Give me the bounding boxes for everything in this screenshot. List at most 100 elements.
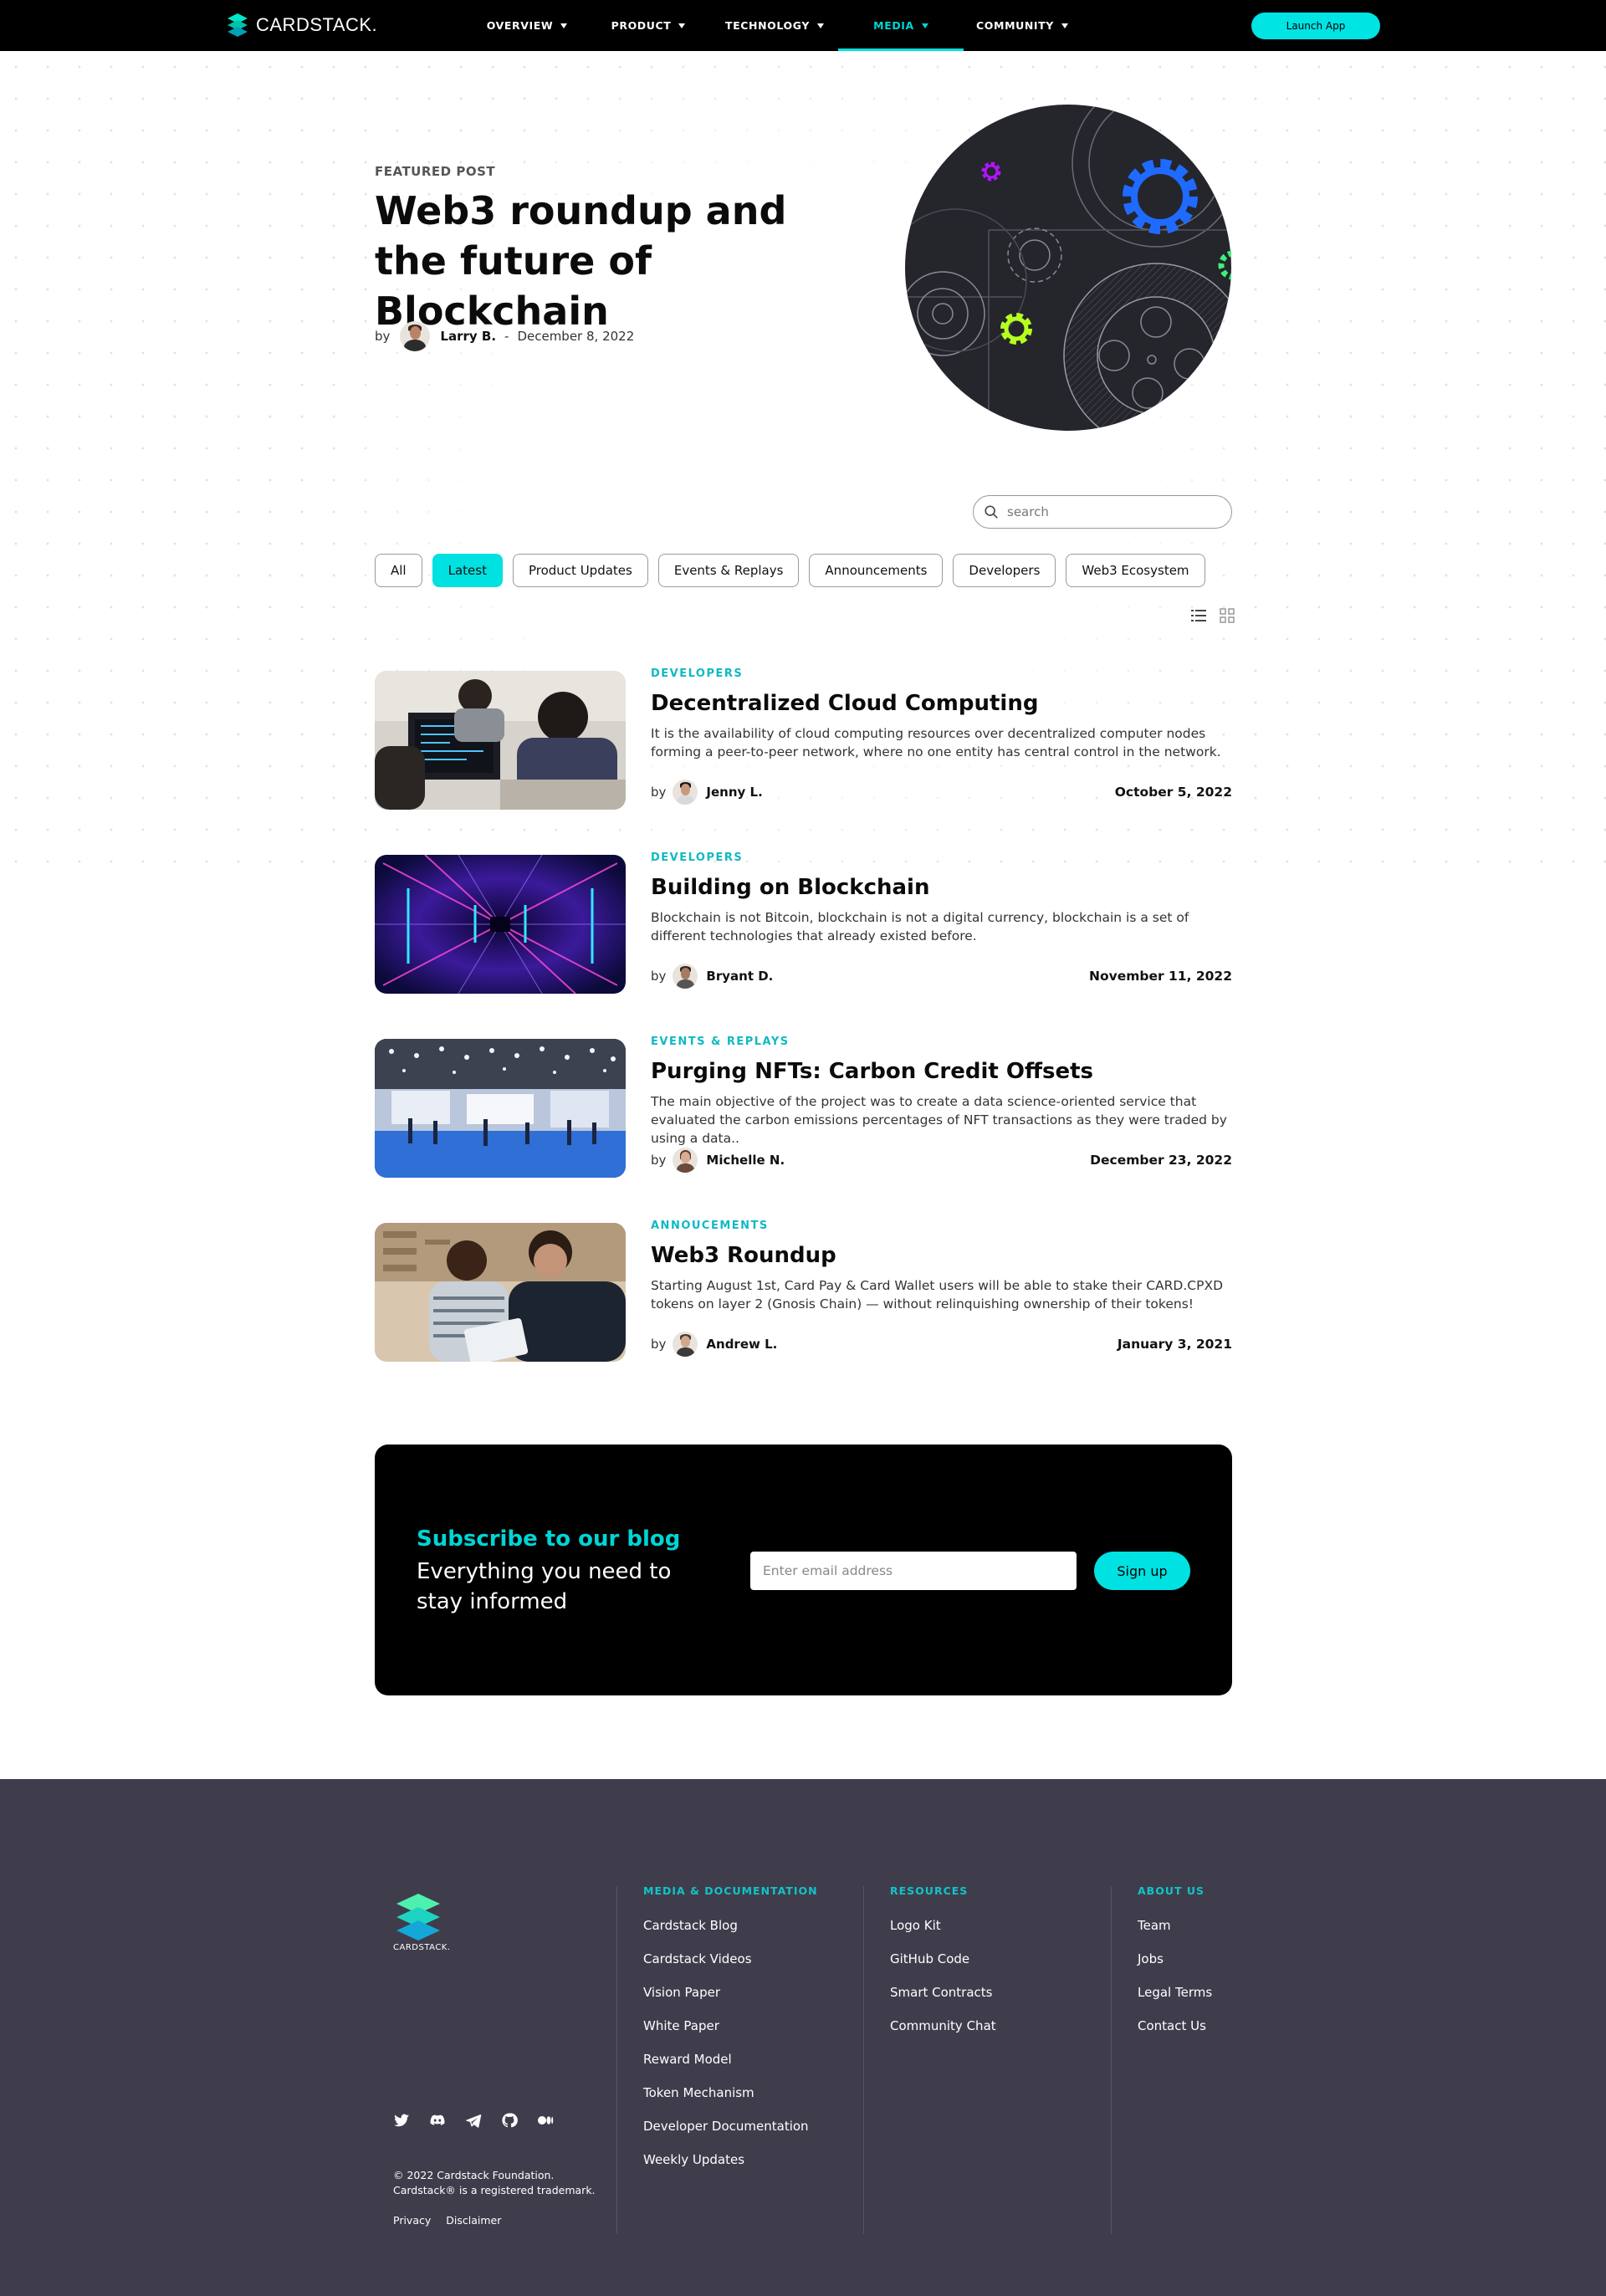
logo-text: CARDSTACK. [256, 14, 378, 35]
post-card[interactable]: EVENTS & REPLAYS Purging NFTs: Carbon Cr… [375, 1036, 1232, 1178]
footer-divider [1111, 1886, 1112, 2234]
post-title[interactable]: Purging NFTs: Carbon Credit Offsets [651, 1059, 1093, 1084]
nav-technology[interactable]: TECHNOLOGY [711, 0, 838, 51]
cardstack-logo[interactable]: CARDSTACK. [226, 12, 377, 38]
medium-icon[interactable] [537, 2112, 554, 2129]
site-footer: CARDSTACK. MEDIA & DOCUMENTATION Cardsta… [0, 1779, 1606, 2296]
post-thumbnail[interactable] [375, 1223, 626, 1362]
discord-icon[interactable] [429, 2112, 446, 2129]
featured-byline: by Larry B. - December 8, 2022 [375, 321, 634, 351]
avatar [673, 964, 698, 989]
author-name[interactable]: Jenny L. [706, 785, 762, 800]
post-author: by Michelle N. [651, 1148, 785, 1173]
search-input[interactable] [1007, 504, 1208, 519]
filter-latest[interactable]: Latest [432, 554, 503, 587]
view-toggle [1190, 607, 1235, 624]
nav-media[interactable]: MEDIA [838, 0, 964, 51]
featured-gears-illustration[interactable] [905, 105, 1231, 431]
twitter-icon[interactable] [393, 2112, 410, 2129]
filter-developers[interactable]: Developers [953, 554, 1056, 587]
post-card[interactable]: ANNOUCEMENTS Web3 Roundup Starting Augus… [375, 1220, 1232, 1362]
footer-link[interactable]: Developer Documentation [643, 2119, 818, 2152]
footer-logo-text: CARDSTACK. [393, 1943, 451, 1952]
footer-link[interactable]: Logo Kit [890, 1918, 996, 1951]
post-thumbnail[interactable] [375, 1039, 626, 1178]
by-label: by [651, 969, 667, 984]
footer-col-heading: ABOUT US [1138, 1884, 1205, 1897]
search-icon [985, 505, 998, 519]
sign-up-button[interactable]: Sign up [1094, 1552, 1190, 1590]
telegram-icon[interactable] [465, 2112, 482, 2129]
grid-view-icon[interactable] [1219, 607, 1235, 624]
footer-link[interactable]: Team [1138, 1918, 1212, 1951]
nav-product[interactable]: PRODUCT [586, 0, 711, 51]
filter-web3-ecosystem[interactable]: Web3 Ecosystem [1066, 554, 1205, 587]
footer-link[interactable]: Contact Us [1138, 2018, 1212, 2052]
disclaimer-link[interactable]: Disclaimer [446, 2214, 501, 2227]
nav-community[interactable]: COMMUNITY [964, 0, 1081, 51]
post-title[interactable]: Web3 Roundup [651, 1243, 836, 1268]
chevron-down-icon [1061, 23, 1068, 28]
github-icon[interactable] [501, 2112, 518, 2129]
footer-link[interactable]: Weekly Updates [643, 2152, 818, 2186]
footer-divider [616, 1886, 617, 2234]
post-card[interactable]: DEVELOPERS Decentralized Cloud Computing… [375, 667, 1232, 810]
nav-community-label: COMMUNITY [976, 19, 1054, 32]
post-category[interactable]: ANNOUCEMENTS [651, 1220, 769, 1232]
post-author: by Andrew L. [651, 1332, 777, 1357]
filter-all[interactable]: All [375, 554, 422, 587]
footer-link[interactable]: Cardstack Videos [643, 1951, 818, 1985]
featured-post-label: FEATURED POST [375, 164, 496, 179]
post-date: December 23, 2022 [1090, 1153, 1232, 1168]
footer-link[interactable]: Legal Terms [1138, 1985, 1212, 2018]
filter-announcements[interactable]: Announcements [809, 554, 944, 587]
filter-product-updates[interactable]: Product Updates [512, 554, 648, 587]
footer-col-about: ABOUT US Team Jobs Legal Terms Contact U… [1138, 1884, 1212, 2052]
subscribe-panel: Subscribe to our blog Everything you nee… [375, 1445, 1232, 1695]
author-name[interactable]: Andrew L. [706, 1337, 777, 1352]
list-view-icon[interactable] [1190, 607, 1207, 624]
footer-col-heading: MEDIA & DOCUMENTATION [643, 1884, 818, 1897]
featured-post-title[interactable]: Web3 roundup and the future of Blockchai… [375, 186, 843, 336]
author-name[interactable]: Michelle N. [706, 1153, 785, 1168]
post-category[interactable]: DEVELOPERS [651, 667, 743, 680]
post-category[interactable]: EVENTS & REPLAYS [651, 1036, 790, 1048]
footer-link[interactable]: Reward Model [643, 2052, 818, 2085]
post-date: January 3, 2021 [1117, 1337, 1232, 1352]
footer-link[interactable]: Community Chat [890, 2018, 996, 2052]
footer-link[interactable]: Jobs [1138, 1951, 1212, 1985]
avatar [673, 780, 698, 805]
footer-link[interactable]: Token Mechanism [643, 2085, 818, 2119]
top-nav: CARDSTACK. OVERVIEW PRODUCT TECHNOLOGY M… [0, 0, 1606, 51]
post-author: by Bryant D. [651, 964, 773, 989]
email-field[interactable] [750, 1552, 1077, 1590]
footer-link[interactable]: White Paper [643, 2018, 818, 2052]
subscribe-heading: Subscribe to our blog [417, 1526, 681, 1552]
search-box[interactable] [973, 495, 1232, 529]
footer-link[interactable]: GitHub Code [890, 1951, 996, 1985]
trademark-line: Cardstack® is a registered trademark. [393, 2184, 596, 2196]
post-title[interactable]: Building on Blockchain [651, 875, 929, 900]
footer-link[interactable]: Smart Contracts [890, 1985, 996, 2018]
privacy-link[interactable]: Privacy [393, 2214, 431, 2227]
post-thumbnail[interactable] [375, 855, 626, 994]
post-category[interactable]: DEVELOPERS [651, 851, 743, 864]
footer-link[interactable]: Vision Paper [643, 1985, 818, 2018]
footer-link[interactable]: Cardstack Blog [643, 1918, 818, 1951]
post-card[interactable]: DEVELOPERS Building on Blockchain Blockc… [375, 851, 1232, 994]
avatar [673, 1148, 698, 1173]
post-thumbnail[interactable] [375, 671, 626, 810]
by-label: by [651, 785, 667, 800]
author-name[interactable]: Bryant D. [706, 969, 773, 984]
legal-links: Privacy Disclaimer [393, 2214, 501, 2227]
chevron-down-icon [678, 23, 686, 28]
nav-overview[interactable]: OVERVIEW [468, 0, 586, 51]
nav-technology-label: TECHNOLOGY [725, 19, 810, 32]
post-title[interactable]: Decentralized Cloud Computing [651, 691, 1038, 716]
avatar [400, 321, 431, 351]
launch-app-button[interactable]: Launch App [1251, 13, 1380, 39]
footer-divider [863, 1886, 864, 2234]
filter-events-replays[interactable]: Events & Replays [657, 554, 800, 587]
footer-col-media: MEDIA & DOCUMENTATION Cardstack Blog Car… [643, 1884, 818, 2186]
author-name[interactable]: Larry B. [440, 329, 496, 344]
